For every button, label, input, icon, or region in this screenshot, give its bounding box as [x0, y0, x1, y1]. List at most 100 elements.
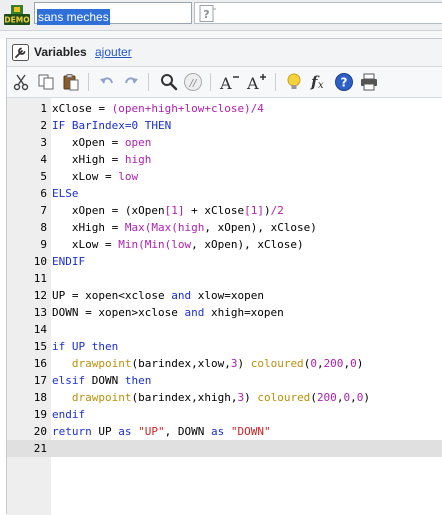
code-text[interactable]: xHigh = high	[52, 151, 152, 168]
svg-text:?: ?	[203, 8, 209, 21]
code-text[interactable]: xLow = low	[52, 168, 138, 185]
code-line[interactable]: 4 xHigh = high	[7, 151, 442, 168]
code-token: then	[124, 374, 152, 387]
code-line[interactable]: 11	[7, 270, 442, 287]
code-text[interactable]: endif	[52, 406, 85, 423]
code-line[interactable]: 5 xLow = low	[7, 168, 442, 185]
code-line[interactable]: 10 ENDIF	[7, 253, 442, 270]
code-text[interactable]: xHigh = Max(Max(high, xOpen), xClose)	[52, 219, 317, 236]
code-token: low	[118, 170, 139, 183]
svg-text:?: ?	[341, 76, 348, 90]
code-text[interactable]: IF BarIndex=0 THEN	[52, 117, 171, 134]
code-token: 200	[323, 357, 344, 370]
line-number: 2	[40, 119, 47, 132]
code-text[interactable]: xOpen = (xOpen[1] + xClose[1])/2	[52, 202, 284, 219]
line-number: 8	[40, 221, 47, 234]
code-line[interactable]: 13 DOWN = xopen>xclose and xhigh=xopen	[7, 304, 442, 321]
line-number: 13	[33, 306, 47, 319]
decrease-font-icon[interactable]: A	[219, 71, 241, 93]
code-text[interactable]: elsif DOWN then	[52, 372, 151, 389]
code-line[interactable]: 17 elsif DOWN then	[7, 372, 442, 389]
code-token: , DOWN	[164, 425, 211, 438]
code-text[interactable]: drawpoint(barindex,xhigh,3) coloured(200…	[52, 389, 370, 406]
toolbar-separator	[275, 73, 276, 91]
code-text[interactable]: ENDIF	[52, 253, 85, 270]
code-token: [1]	[164, 204, 185, 217]
code-token: )	[263, 204, 271, 217]
code-line[interactable]: 1 xClose = (open+high+low+close)/4	[7, 100, 442, 117]
variables-title: Variables	[34, 45, 87, 59]
code-text[interactable]: if UP then	[52, 338, 118, 355]
line-number: 3	[40, 136, 47, 149]
code-text[interactable]: return UP as "UP", DOWN as "DOWN"	[52, 423, 271, 440]
code-token: if UP then	[52, 340, 119, 353]
line-number: 11	[33, 272, 47, 285]
code-token: (barindex,xhigh,	[131, 391, 238, 404]
code-token: UP	[91, 425, 119, 438]
copy-icon[interactable]	[35, 71, 57, 93]
code-line[interactable]: 16 drawpoint(barindex,xlow,3) coloured(0…	[7, 355, 442, 372]
print-icon[interactable]	[358, 71, 380, 93]
code-line[interactable]: 20 return UP as "UP", DOWN as "DOWN"	[7, 423, 442, 440]
help-doc-icon[interactable]: ?	[197, 4, 217, 27]
code-line[interactable]: 6 ELSe	[7, 185, 442, 202]
code-token: xOpen = (xOpen	[52, 204, 165, 217]
code-line[interactable]: 15 if UP then	[7, 338, 442, 355]
toolbar-separator	[148, 73, 149, 91]
editor-toolbar: // A A fx ?	[7, 67, 442, 98]
code-text[interactable]: drawpoint(barindex,xlow,3) coloured(0,20…	[52, 355, 363, 372]
code-token: IF BarIndex=0 THEN	[52, 119, 172, 132]
paste-icon[interactable]	[60, 71, 82, 93]
increase-font-icon[interactable]: A	[246, 71, 268, 93]
toolbar-separator	[210, 73, 211, 91]
code-token: UP = xopen<xclose	[52, 289, 172, 302]
code-token: open	[124, 136, 152, 149]
help-icon[interactable]: ?	[333, 71, 355, 93]
code-token: ELSe	[52, 187, 79, 200]
code-text[interactable]: UP = xopen<xclose and xlow=xopen	[52, 287, 264, 304]
code-token: coloured	[250, 357, 304, 370]
description-field[interactable]: ?	[194, 2, 442, 24]
code-text[interactable]: xLow = Min(Min(low, xOpen), xClose)	[52, 236, 304, 253]
code-token: , xOpen), xClose)	[191, 238, 304, 251]
code-line[interactable]: 2 IF BarIndex=0 THEN	[7, 117, 442, 134]
line-number: 20	[33, 425, 47, 438]
indicator-name-input[interactable]: sans meches	[34, 2, 192, 25]
code-text[interactable]: xOpen = open	[52, 134, 152, 151]
idea-icon[interactable]	[283, 71, 305, 93]
code-line[interactable]: 21	[7, 440, 442, 457]
code-line[interactable]: 8 xHigh = Max(Max(high, xOpen), xClose)	[7, 219, 442, 236]
svg-text:DEMO: DEMO	[4, 16, 29, 25]
toolbar-separator	[88, 73, 89, 91]
redo-icon[interactable]	[120, 71, 142, 93]
code-line[interactable]: 7 xOpen = (xOpen[1] + xClose[1])/2	[7, 202, 442, 219]
code-token: DOWN = xopen>xclose	[52, 306, 185, 319]
undo-icon[interactable]	[96, 71, 118, 93]
line-number: 1	[40, 102, 47, 115]
code-line[interactable]: 19 endif	[7, 406, 442, 423]
code-token: and	[184, 306, 205, 319]
code-token: xHigh =	[52, 221, 125, 234]
indicator-name-text[interactable]: sans meches	[37, 9, 110, 25]
code-token: high	[124, 153, 152, 166]
code-line[interactable]: 9 xLow = Min(Min(low, xOpen), xClose)	[7, 236, 442, 253]
cut-icon[interactable]	[10, 71, 32, 93]
code-text[interactable]: ELSe	[52, 185, 79, 202]
code-token: drawpoint	[71, 391, 132, 404]
search-icon[interactable]	[158, 71, 180, 93]
add-variable-link[interactable]: ajouter	[95, 45, 132, 59]
code-line[interactable]: 3 xOpen = open	[7, 134, 442, 151]
code-editor[interactable]: 1 xClose = (open+high+low+close)/4 2 IF Bar…	[7, 98, 442, 515]
top-bar: DEMO sans meches ?	[0, 0, 442, 31]
comment-icon[interactable]: //	[182, 71, 204, 93]
code-token: )	[244, 391, 258, 404]
code-token: (barindex,xlow,	[131, 357, 231, 370]
code-token: as	[118, 425, 132, 438]
code-text[interactable]: DOWN = xopen>xclose and xhigh=xopen	[52, 304, 284, 321]
code-line[interactable]: 14	[7, 321, 442, 338]
function-icon[interactable]: fx	[308, 71, 330, 93]
code-line[interactable]: 18 drawpoint(barindex,xhigh,3) coloured(…	[7, 389, 442, 406]
code-token: "UP"	[138, 425, 165, 438]
code-text[interactable]: xClose = (open+high+low+close)/4	[52, 100, 264, 117]
code-line[interactable]: 12 UP = xopen<xclose and xlow=xopen	[7, 287, 442, 304]
